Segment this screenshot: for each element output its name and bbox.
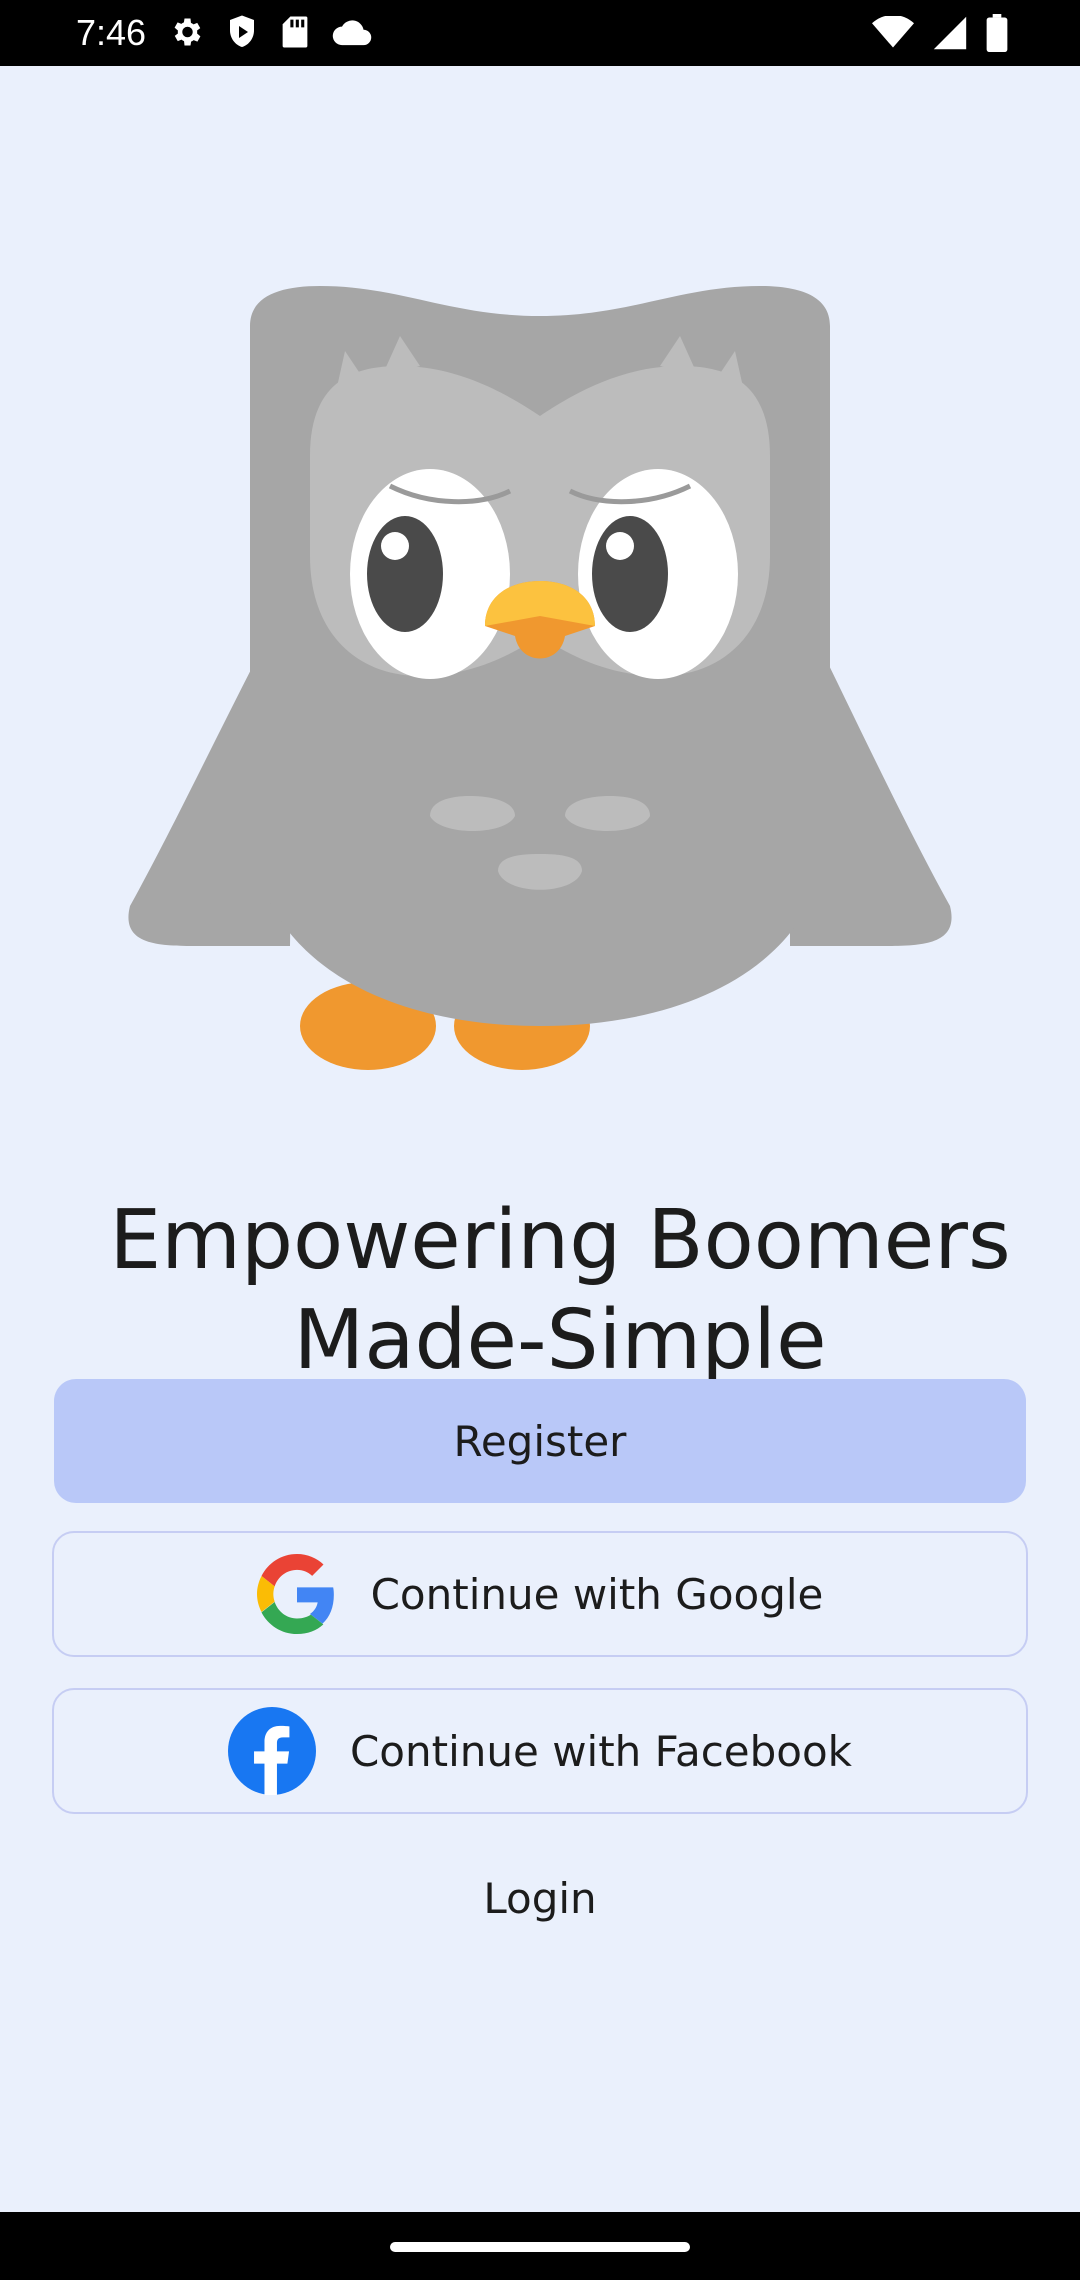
- home-gesture-handle[interactable]: [390, 2242, 690, 2252]
- cloud-icon: [332, 17, 372, 52]
- sd-card-icon: [280, 15, 310, 54]
- status-icons-left: [168, 14, 372, 55]
- facebook-icon: [227, 1707, 316, 1795]
- battery-icon: [986, 14, 1008, 57]
- owl-mascot-icon: [120, 256, 960, 1076]
- headline-line-1: Empowering Boomers: [109, 1193, 1011, 1288]
- settings-icon: [168, 14, 204, 55]
- signal-icon: [932, 15, 968, 56]
- status-bar: 7:46: [0, 0, 1080, 66]
- continue-with-google-button[interactable]: Continue with Google: [52, 1531, 1028, 1657]
- status-icons-right: [872, 14, 1008, 57]
- login-link[interactable]: Login: [0, 1874, 1080, 1923]
- headline-line-2: Made-Simple: [293, 1293, 827, 1388]
- welcome-screen: Empowering Boomers Made-Simple Register …: [0, 66, 1080, 2212]
- facebook-button-label: Continue with Facebook: [349, 1726, 852, 1776]
- google-button-label: Continue with Google: [370, 1569, 824, 1619]
- register-button-label: Register: [453, 1416, 627, 1466]
- headline: Empowering Boomers Made-Simple: [60, 1191, 1060, 1391]
- continue-with-facebook-button[interactable]: Continue with Facebook: [52, 1688, 1028, 1814]
- status-time: 7:46: [76, 12, 147, 53]
- shield-icon: [226, 14, 258, 55]
- navigation-bar: [0, 2212, 1080, 2280]
- google-icon: [256, 1554, 337, 1634]
- wifi-icon: [872, 14, 914, 55]
- register-button[interactable]: Register: [54, 1379, 1026, 1503]
